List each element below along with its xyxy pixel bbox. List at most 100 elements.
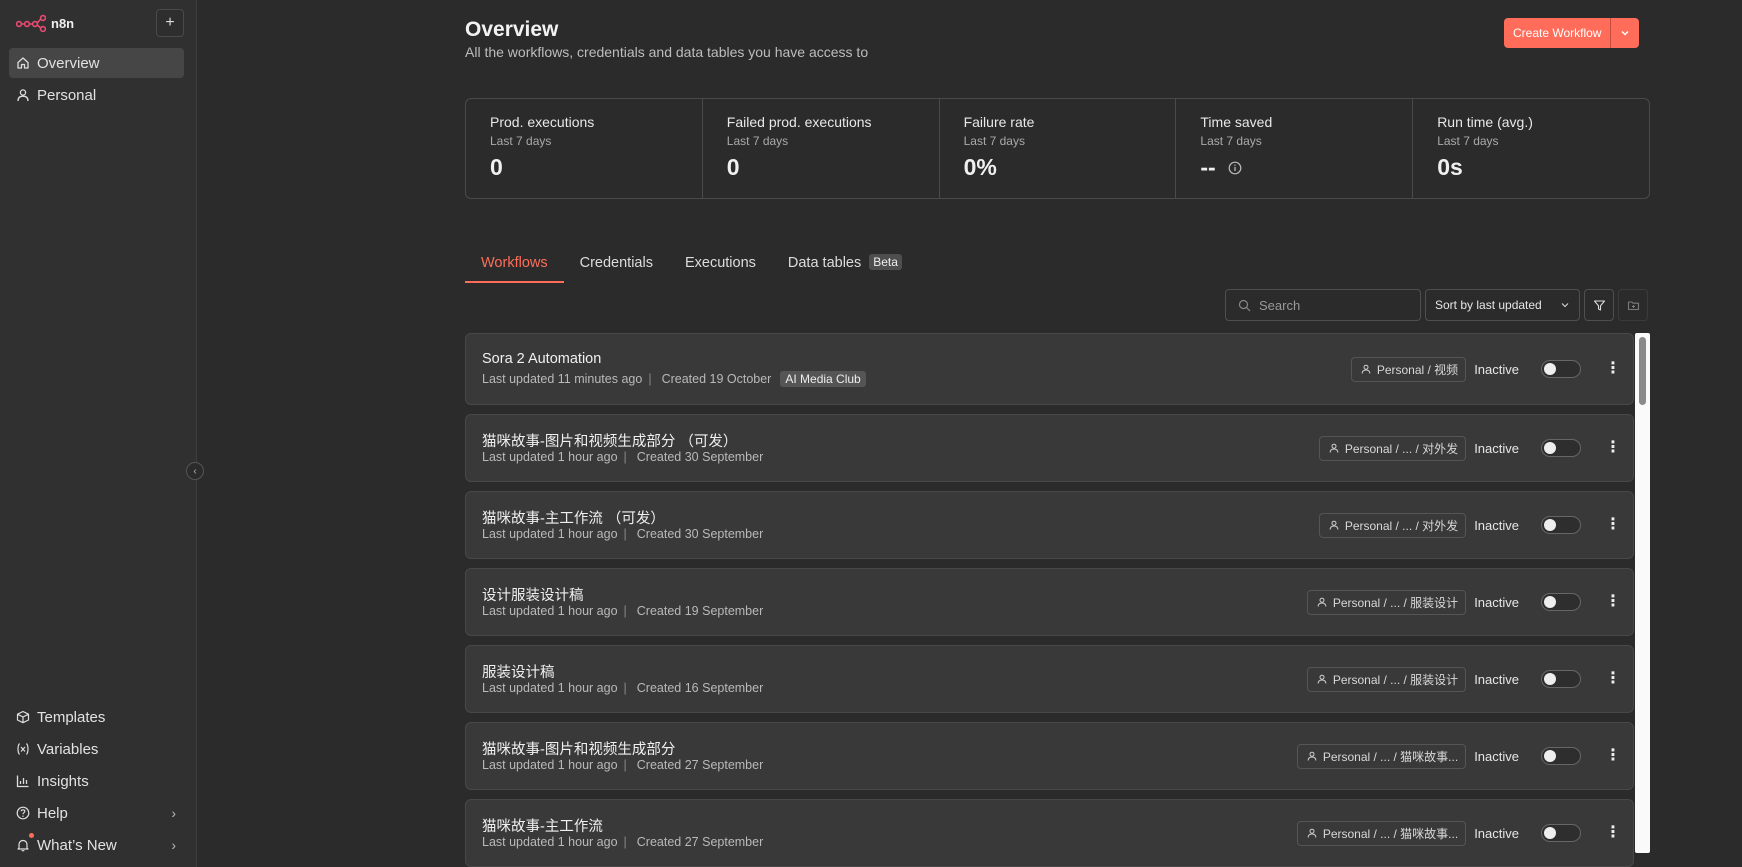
active-toggle[interactable]: [1541, 439, 1581, 457]
sidebar-item-label: What’s New: [37, 836, 117, 854]
workflow-name[interactable]: 猫咪故事-图片和视频生成部分: [482, 738, 675, 759]
more-options-icon[interactable]: ⋮: [1603, 440, 1623, 456]
stat-failure-rate[interactable]: Failure rate Last 7 days 0%: [940, 99, 1177, 198]
sidebar-item-label: Templates: [37, 708, 106, 726]
add-button[interactable]: +: [156, 9, 184, 37]
workflow-card[interactable]: Sora 2 Automation Last updated 11 minutes…: [465, 333, 1634, 405]
stat-period: Last 7 days: [490, 134, 552, 148]
stat-run-time[interactable]: Run time (avg.) Last 7 days 0s: [1413, 99, 1649, 198]
collapse-sidebar-button[interactable]: ‹: [186, 462, 204, 480]
project-breadcrumb[interactable]: Personal / ... / 服装设计: [1306, 589, 1467, 615]
user-icon: [1317, 597, 1327, 607]
sidebar-item-overview[interactable]: Overview: [9, 48, 184, 78]
workflow-meta: Last updated 1 hour ago | Created 30 Septe…: [482, 450, 763, 464]
workflow-actions: Personal / ... / 服装设计 Inactive ⋮: [1306, 589, 1623, 615]
workflow-tag[interactable]: AI Media Club: [780, 371, 866, 387]
scrollbar[interactable]: [1635, 333, 1650, 853]
workflow-name[interactable]: 服装设计稿: [482, 661, 555, 682]
project-breadcrumb[interactable]: Personal / ... / 对外发: [1318, 512, 1467, 538]
stat-label: Prod. executions: [490, 114, 595, 130]
tab-workflows[interactable]: Workflows: [465, 255, 564, 283]
project-breadcrumb[interactable]: Personal / ... / 服装设计: [1306, 666, 1467, 692]
workflow-name[interactable]: 猫咪故事-图片和视频生成部分 （可发）: [482, 430, 737, 451]
n8n-logo-icon[interactable]: [16, 14, 46, 32]
sort-select[interactable]: Sort by last updated: [1425, 289, 1580, 321]
created-date: Created 19 October: [661, 372, 772, 386]
tab-credentials[interactable]: Credentials: [564, 255, 669, 283]
user-icon: [1329, 520, 1339, 530]
user-icon: [1361, 364, 1371, 374]
info-icon[interactable]: [1228, 161, 1242, 175]
sidebar-item-help[interactable]: Help ›: [9, 797, 184, 829]
sidebar-item-label: Overview: [37, 54, 100, 72]
stat-prod-executions[interactable]: Prod. executions Last 7 days 0: [466, 99, 703, 198]
sidebar: n8n + Overview Personal Templates Variab…: [0, 0, 197, 867]
scrollbar-thumb[interactable]: [1639, 337, 1646, 405]
more-options-icon[interactable]: ⋮: [1603, 594, 1623, 610]
more-options-icon[interactable]: ⋮: [1603, 361, 1623, 377]
more-options-icon[interactable]: ⋮: [1603, 825, 1623, 841]
workflow-name[interactable]: 设计服装设计稿: [482, 584, 584, 605]
active-toggle[interactable]: [1541, 747, 1581, 765]
search-input[interactable]: Search: [1225, 289, 1421, 321]
workflow-actions: Personal / ... / 猫咪故事... Inactive ⋮: [1296, 820, 1623, 846]
create-workflow-button[interactable]: Create Workflow: [1504, 18, 1611, 48]
workflow-card[interactable]: 猫咪故事-主工作流 Last updated 1 hour ago | Created…: [465, 799, 1634, 867]
list-toolbar: Search Sort by last updated: [1225, 289, 1648, 321]
workflow-card[interactable]: 服装设计稿 Last updated 1 hour ago | Created 16 …: [465, 645, 1634, 713]
sidebar-item-variables[interactable]: Variables: [9, 733, 184, 765]
workflow-status: Inactive: [1474, 517, 1519, 533]
active-toggle[interactable]: [1541, 670, 1581, 688]
workflow-card[interactable]: 猫咪故事-图片和视频生成部分 （可发） Last updated 1 hour a…: [465, 414, 1634, 482]
created-date: Created 27 September: [636, 758, 764, 772]
chevron-down-icon: [1621, 31, 1629, 36]
workflow-name[interactable]: 猫咪故事-主工作流: [482, 815, 603, 836]
sidebar-item-insights[interactable]: Insights: [9, 765, 184, 797]
tab-executions[interactable]: Executions: [669, 255, 772, 283]
sidebar-item-personal[interactable]: Personal: [9, 80, 184, 110]
sidebar-item-label: Insights: [37, 772, 89, 790]
stat-label: Failed prod. executions: [726, 114, 872, 130]
home-icon: [16, 56, 30, 70]
workflow-meta: Last updated 1 hour ago | Created 16 Septe…: [482, 681, 763, 695]
project-breadcrumb[interactable]: Personal / ... / 猫咪故事...: [1296, 820, 1467, 846]
stat-time-saved[interactable]: Time saved Last 7 days --: [1176, 99, 1414, 198]
more-options-icon[interactable]: ⋮: [1603, 748, 1623, 764]
workflow-name[interactable]: 猫咪故事-主工作流 （可发）: [482, 507, 665, 528]
active-toggle[interactable]: [1541, 516, 1581, 534]
last-updated: Last updated 1 hour ago: [482, 527, 618, 541]
workflow-card[interactable]: 设计服装设计稿 Last updated 1 hour ago | Created 1…: [465, 568, 1634, 636]
stat-label: Run time (avg.): [1437, 114, 1533, 130]
workflow-meta: Last updated 1 hour ago | Created 19 Septe…: [482, 604, 763, 618]
created-date: Created 30 September: [636, 450, 764, 464]
stat-failed-executions[interactable]: Failed prod. executions Last 7 days 0: [703, 99, 940, 198]
filter-button[interactable]: [1584, 289, 1614, 321]
new-folder-button[interactable]: [1618, 289, 1648, 321]
search-placeholder: Search: [1259, 297, 1301, 313]
more-options-icon[interactable]: ⋮: [1603, 517, 1623, 533]
meta-separator: |: [623, 604, 627, 618]
create-options-dropdown-button[interactable]: [1610, 18, 1640, 48]
sort-value: Sort by last updated: [1435, 298, 1542, 312]
chevron-right-icon: ›: [171, 837, 176, 853]
overview-tabs: Workflows Credentials Executions Data ta…: [465, 254, 925, 283]
workflow-card[interactable]: 猫咪故事-主工作流 （可发） Last updated 1 hour ago | Cr…: [465, 491, 1634, 559]
project-breadcrumb[interactable]: Personal / 视频: [1350, 356, 1467, 382]
last-updated: Last updated 1 hour ago: [482, 835, 618, 849]
workflow-meta: Last updated 11 minutes ago | Created 19 O…: [482, 371, 866, 387]
workflow-status: Inactive: [1474, 594, 1519, 610]
stat-value: 0: [726, 154, 740, 180]
sidebar-item-whats-new[interactable]: What’s New ›: [9, 829, 184, 861]
tab-data-tables[interactable]: Data tables Beta: [772, 254, 918, 283]
active-toggle[interactable]: [1541, 593, 1581, 611]
more-options-icon[interactable]: ⋮: [1603, 671, 1623, 687]
workflow-card[interactable]: 猫咪故事-图片和视频生成部分 Last updated 1 hour ago | Cr…: [465, 722, 1634, 790]
active-toggle[interactable]: [1541, 824, 1581, 842]
active-toggle[interactable]: [1541, 360, 1581, 378]
project-breadcrumb[interactable]: Personal / ... / 对外发: [1318, 435, 1467, 461]
project-breadcrumb[interactable]: Personal / ... / 猫咪故事...: [1296, 743, 1467, 769]
meta-separator: |: [623, 758, 627, 772]
sidebar-item-templates[interactable]: Templates: [9, 701, 184, 733]
user-icon: [16, 88, 30, 102]
workflow-name[interactable]: Sora 2 Automation: [482, 351, 601, 367]
